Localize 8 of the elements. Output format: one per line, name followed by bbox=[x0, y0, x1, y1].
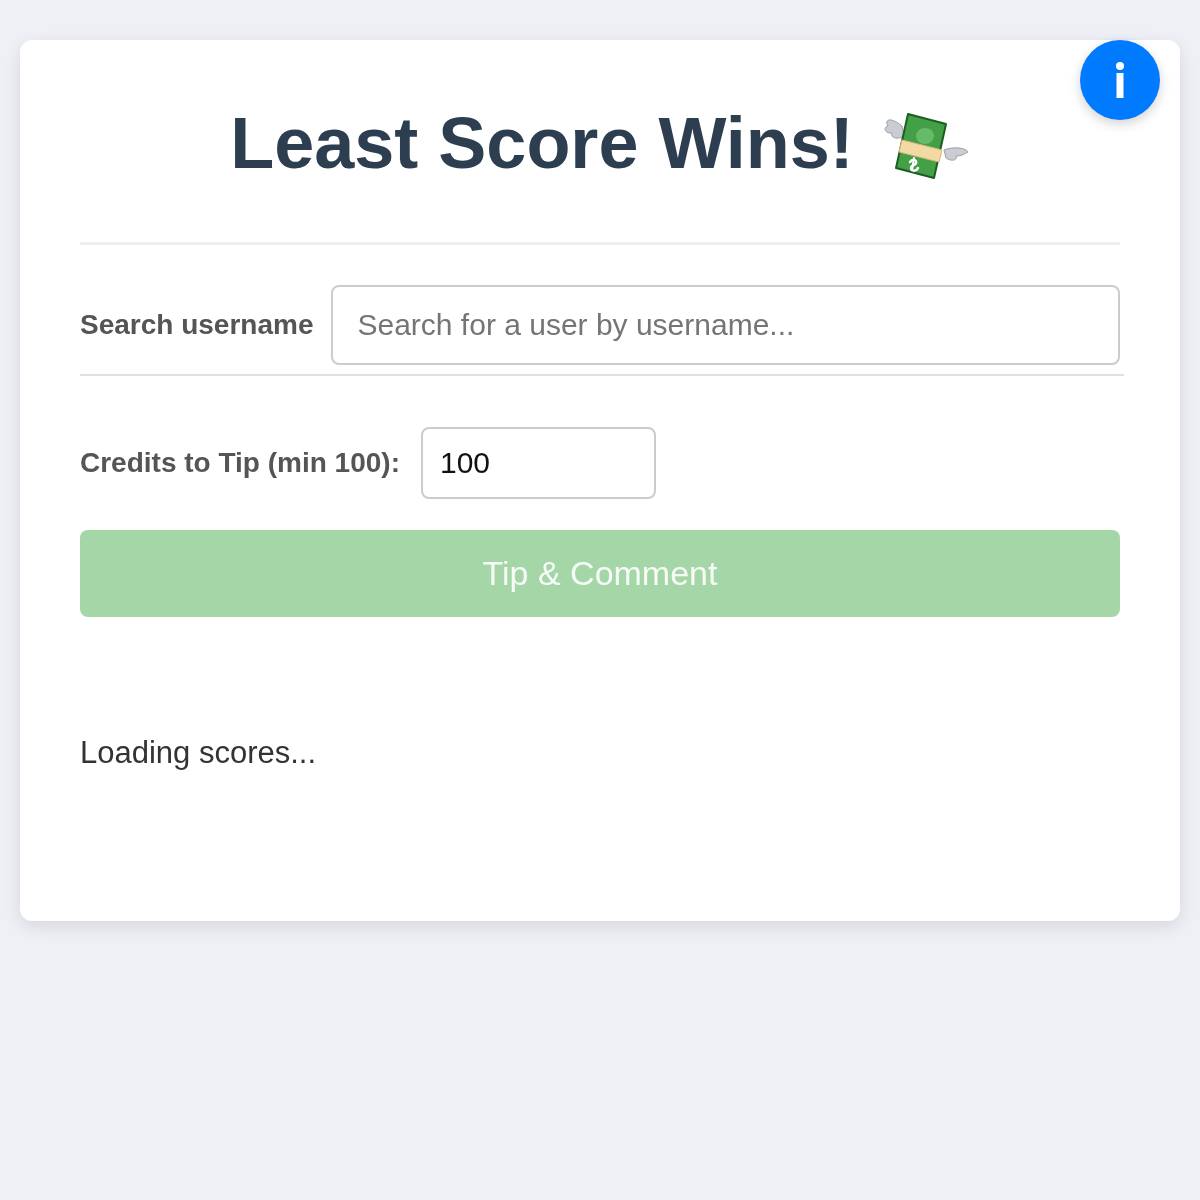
tip-credits-field[interactable]: 100 bbox=[420, 427, 656, 499]
search-label: Search username bbox=[80, 309, 314, 341]
tip-credits-label: Credits to Tip (min 100): bbox=[80, 447, 400, 479]
info-button[interactable] bbox=[1080, 40, 1160, 120]
info-icon bbox=[1115, 62, 1125, 98]
loading-status-text: Loading scores... bbox=[80, 735, 317, 771]
search-field[interactable]: Search for a user by username... bbox=[331, 285, 1120, 365]
page-title: Least Score Wins! bbox=[230, 102, 854, 185]
